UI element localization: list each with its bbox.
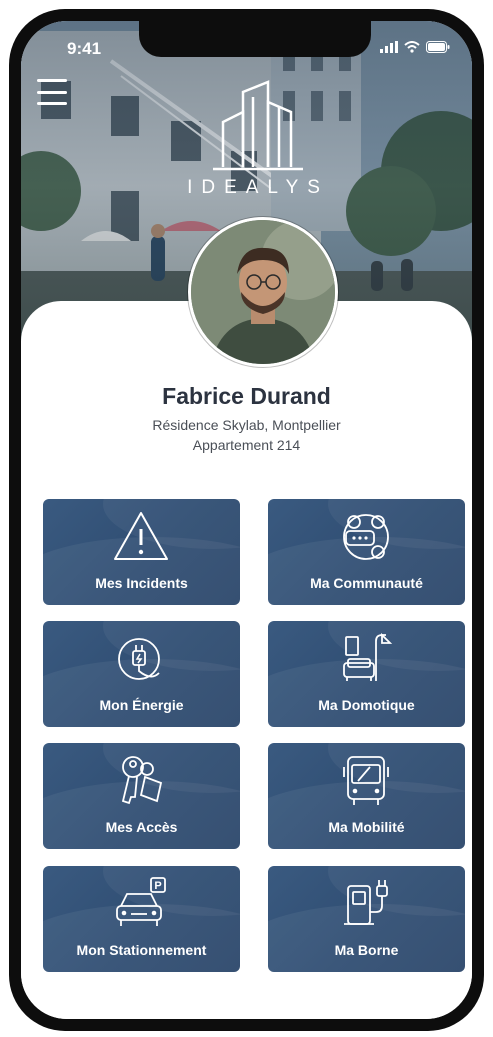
charging-station-icon: [344, 880, 388, 925]
parking-car-icon: P: [116, 877, 166, 926]
status-icons: [380, 41, 450, 53]
tile-label: Mes Accès: [105, 819, 178, 835]
hamburger-menu-icon[interactable]: [37, 79, 67, 105]
signal-icon: [380, 41, 398, 53]
idealys-logo: IDEALYS: [183, 77, 333, 207]
tile-mon-energie[interactable]: Mon Énergie: [43, 621, 240, 727]
logo-text: IDEALYS: [187, 177, 329, 198]
svg-text:P: P: [154, 880, 161, 892]
warning-icon: [114, 512, 168, 560]
smart-home-icon: [343, 632, 393, 681]
tile-ma-borne[interactable]: Ma Borne: [268, 866, 465, 972]
plug-icon: [118, 638, 160, 680]
app-screen: 9:41 IDEALYS Fabrice Durand Résidence Sk…: [21, 21, 472, 1019]
tile-mes-incidents[interactable]: Mes Incidents: [43, 499, 240, 605]
phone-frame: 9:41 IDEALYS Fabrice Durand Résidence Sk…: [9, 9, 484, 1031]
tile-mon-stationnement[interactable]: P Mon Stationnement: [43, 866, 240, 972]
status-time: 9:41: [67, 39, 102, 58]
profile-residence: Résidence Skylab, Montpellier: [152, 417, 341, 433]
tile-label: Mon Stationnement: [76, 942, 207, 958]
tile-label: Mon Énergie: [99, 697, 184, 713]
tile-label: Ma Domotique: [318, 697, 415, 713]
tile-label: Mes Incidents: [95, 575, 188, 591]
bus-icon: [343, 756, 389, 805]
phone-notch: [139, 21, 371, 57]
tile-label: Ma Mobilité: [328, 819, 405, 835]
avatar[interactable]: [188, 217, 338, 367]
tile-mes-acces[interactable]: Mes Accès: [43, 743, 240, 849]
tile-ma-domotique[interactable]: Ma Domotique: [268, 621, 465, 727]
profile-name: Fabrice Durand: [162, 383, 331, 409]
community-icon: [343, 514, 389, 560]
keys-icon: [121, 756, 163, 805]
tile-ma-communaute[interactable]: Ma Communauté: [268, 499, 465, 605]
building-logo-icon: [213, 80, 303, 171]
tile-label: Ma Communauté: [310, 575, 423, 591]
battery-icon: [426, 41, 450, 53]
wifi-icon: [404, 41, 420, 53]
profile-apartment: Appartement 214: [192, 437, 301, 453]
tile-label: Ma Borne: [334, 942, 399, 958]
profile-photo: [191, 220, 335, 364]
tile-ma-mobilite[interactable]: Ma Mobilité: [268, 743, 465, 849]
